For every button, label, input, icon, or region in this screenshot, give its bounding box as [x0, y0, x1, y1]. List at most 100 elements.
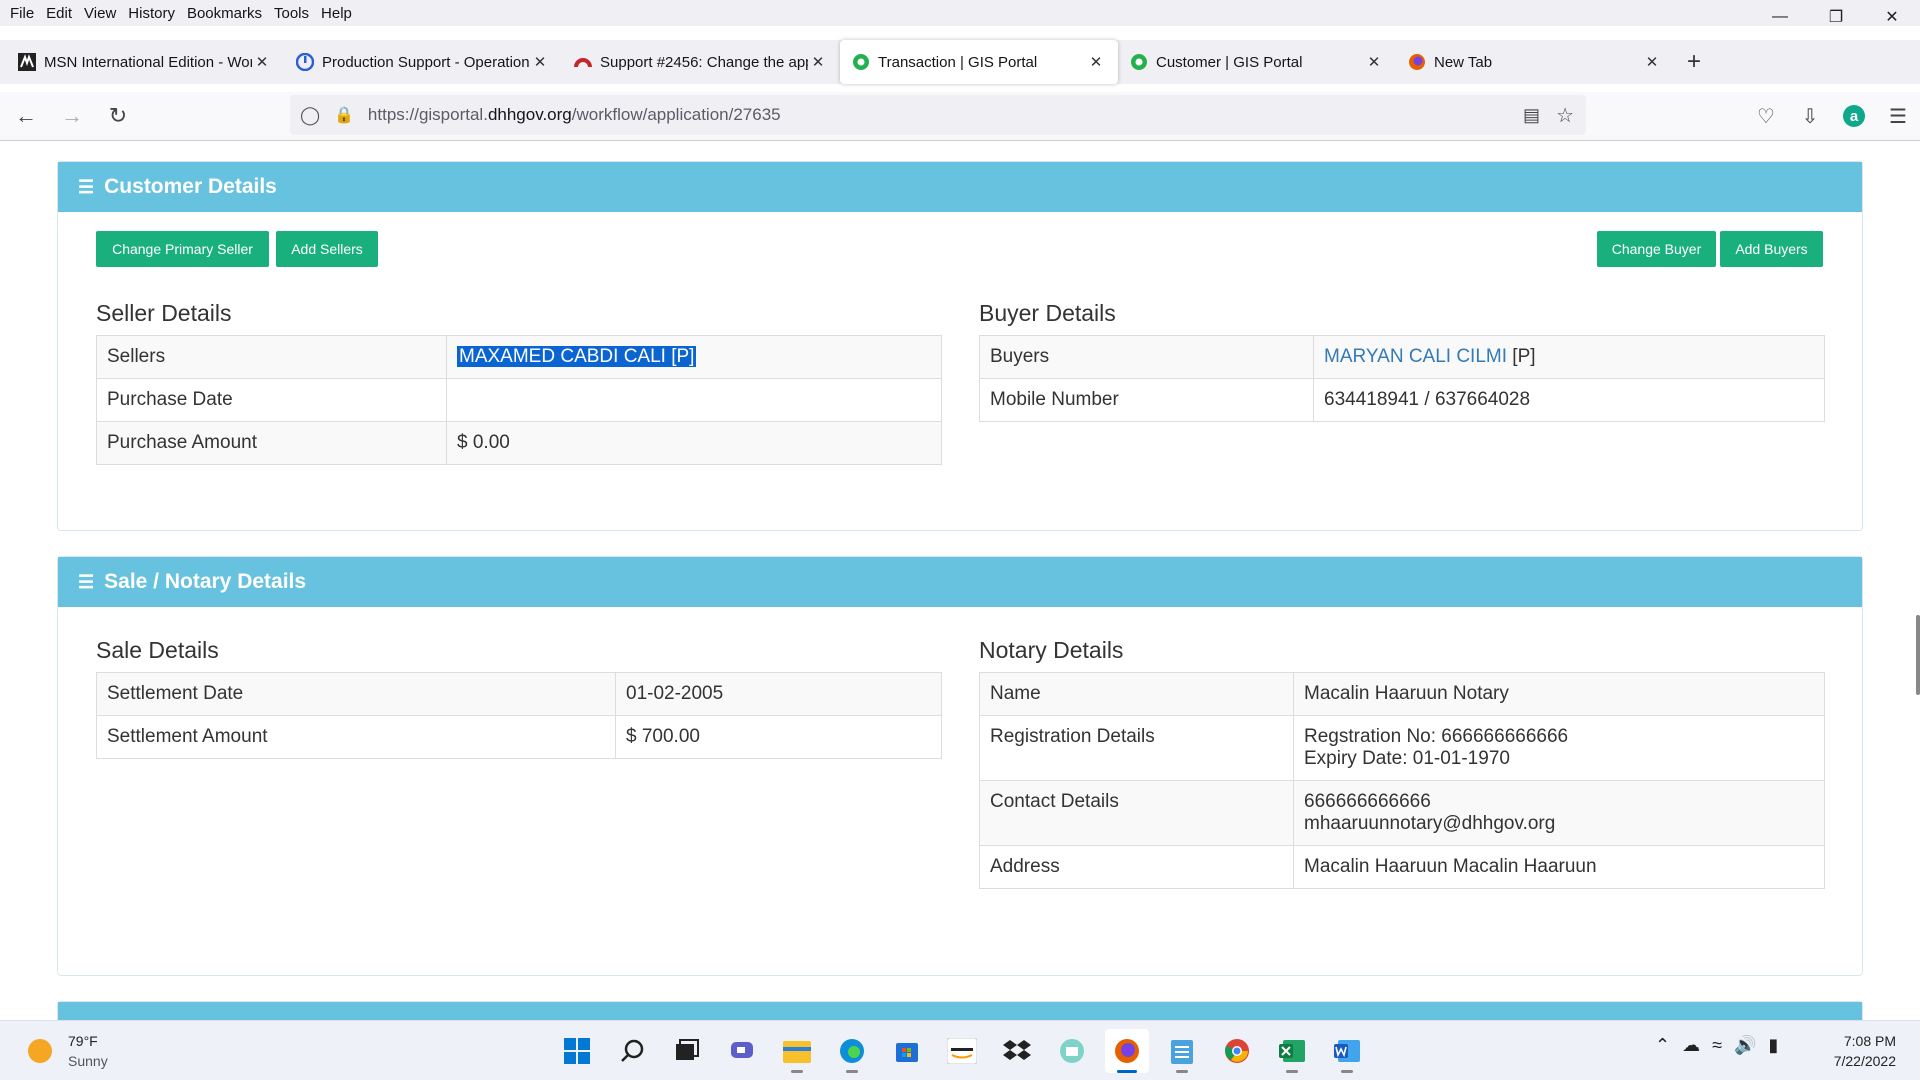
- change-primary-seller-button[interactable]: Change Primary Seller: [96, 231, 269, 267]
- restore-icon[interactable]: ❐: [1808, 0, 1864, 34]
- navigation-toolbar: ← → ↻ ◯ 🔒 https://gisportal. dhhgov.org/w…: [0, 92, 1920, 140]
- teams-chat-icon[interactable]: [720, 1029, 764, 1073]
- firefox-icon[interactable]: [1105, 1029, 1149, 1073]
- table-label: Settlement Date: [96, 672, 616, 716]
- url-bar[interactable]: ◯ 🔒 https://gisportal. dhhgov.org/workflo…: [290, 95, 1586, 135]
- tab-support-2456[interactable]: Support #2456: Change the approval ✕: [562, 40, 840, 84]
- reload-icon[interactable]: ↻: [98, 96, 138, 136]
- edge-icon[interactable]: [830, 1029, 874, 1073]
- new-tab-plus-icon[interactable]: +: [1674, 48, 1714, 76]
- file-explorer-icon[interactable]: [775, 1029, 819, 1073]
- clock[interactable]: 7:08 PM 7/22/2022: [1834, 1031, 1896, 1071]
- notary-details-title: Notary Details: [979, 637, 1124, 663]
- account-icon[interactable]: a: [1832, 94, 1876, 138]
- search-icon[interactable]: [610, 1029, 654, 1073]
- taskbar: 79°F Sunny ⌃ ☁ ≈ 🔊 ▮ 7:08 PM 7/22/2022: [0, 1020, 1920, 1080]
- volume-icon[interactable]: 🔊: [1734, 1035, 1756, 1056]
- app-menu-icon[interactable]: ☰: [1876, 94, 1920, 138]
- windows-start-icon[interactable]: [555, 1029, 599, 1073]
- buyer-details-table: Buyers MARYAN CALI CILMI [P] Mobile Numb…: [979, 335, 1825, 422]
- notepad-icon[interactable]: [1160, 1029, 1204, 1073]
- support-icon: [296, 53, 314, 71]
- table-value: MAXAMED CABDI CALI [P]: [446, 335, 942, 379]
- word-icon[interactable]: [1325, 1029, 1369, 1073]
- downloads-icon[interactable]: ⇩: [1788, 94, 1832, 138]
- change-buyer-button[interactable]: Change Buyer: [1597, 231, 1716, 267]
- battery-icon[interactable]: ▮: [1768, 1035, 1778, 1056]
- table-value: Macalin Haaruun Macalin Haaruun: [1293, 845, 1825, 889]
- table-value: Regstration No: 666666666666 Expiry Date:…: [1293, 715, 1825, 781]
- registration-number: Regstration No: 666666666666: [1304, 726, 1569, 747]
- table-label: Purchase Date: [96, 378, 447, 422]
- close-icon[interactable]: ✕: [1086, 53, 1106, 71]
- customer-details-header: ☰ Customer Details: [58, 162, 1862, 212]
- close-icon[interactable]: ✕: [252, 53, 272, 71]
- url-domain: dhhgov.org: [487, 105, 572, 124]
- tab-new-tab[interactable]: New Tab ✕: [1396, 40, 1674, 84]
- table-label: Purchase Amount: [96, 421, 447, 465]
- menu-bar: File Edit View History Bookmarks Tools H…: [0, 0, 1920, 26]
- menu-view[interactable]: View: [78, 5, 122, 22]
- menu-bookmarks[interactable]: Bookmarks: [181, 5, 268, 22]
- amazon-icon[interactable]: [940, 1029, 984, 1073]
- gis-portal-icon: [852, 53, 870, 71]
- mail-icon[interactable]: [1050, 1029, 1094, 1073]
- sale-notary-panel: ☰ Sale / Notary Details Sale Details Set…: [57, 556, 1863, 976]
- close-icon[interactable]: ✕: [1642, 53, 1662, 71]
- table-label: Name: [979, 672, 1294, 716]
- system-tray: ⌃ ☁ ≈ 🔊 ▮: [1655, 1035, 1790, 1056]
- table-value: $ 0.00: [446, 421, 942, 465]
- running-indicator: [1286, 1070, 1298, 1073]
- close-icon[interactable]: ✕: [530, 53, 550, 71]
- menu-file[interactable]: File: [4, 5, 40, 22]
- table-value: 01-02-2005: [615, 672, 942, 716]
- close-icon[interactable]: ✕: [1364, 53, 1384, 71]
- microsoft-store-icon[interactable]: [885, 1029, 929, 1073]
- task-view-icon[interactable]: [665, 1029, 709, 1073]
- table-value: 634418941 / 637664028: [1313, 378, 1825, 422]
- table-row: Settlement Amount $ 700.00: [96, 715, 942, 759]
- buyer-name-link[interactable]: MARYAN CALI CILMI: [1324, 346, 1507, 367]
- weather-widget[interactable]: 79°F Sunny: [28, 1031, 108, 1071]
- table-row: Purchase Date: [96, 378, 942, 422]
- onedrive-cloud-icon[interactable]: ☁: [1682, 1035, 1700, 1056]
- running-indicator: [1117, 1070, 1137, 1073]
- close-icon[interactable]: ✕: [808, 53, 828, 71]
- menu-help[interactable]: Help: [315, 5, 358, 22]
- clock-date: 7/22/2022: [1833, 1053, 1896, 1069]
- reader-view-icon[interactable]: ▤: [1523, 105, 1540, 126]
- chevron-up-icon[interactable]: ⌃: [1655, 1035, 1670, 1056]
- expiry-date: Expiry Date: 01-01-1970: [1304, 748, 1510, 769]
- tab-bar: MSN International Edition - World ✕ Prod…: [0, 40, 1920, 84]
- customer-details-panel: ☰ Customer Details Change Primary Seller…: [57, 161, 1863, 531]
- tab-production-support[interactable]: Production Support - Operations ✕: [284, 40, 562, 84]
- tab-customer[interactable]: Customer | GIS Portal ✕: [1118, 40, 1396, 84]
- pocket-icon[interactable]: ♡: [1744, 94, 1788, 138]
- tab-transaction[interactable]: Transaction | GIS Portal ✕: [840, 40, 1118, 84]
- back-arrow-icon[interactable]: ←: [6, 96, 46, 136]
- add-sellers-button[interactable]: Add Sellers: [276, 231, 378, 267]
- msn-icon: [18, 53, 36, 71]
- menu-edit[interactable]: Edit: [40, 5, 78, 22]
- lock-icon[interactable]: 🔒: [334, 105, 354, 125]
- minimize-icon[interactable]: —: [1752, 0, 1808, 34]
- bookmark-star-icon[interactable]: ☆: [1556, 103, 1574, 128]
- contact-phone: 666666666666: [1304, 791, 1431, 812]
- seller-name-link[interactable]: MAXAMED CABDI CALI [P]: [457, 346, 697, 367]
- table-row: Purchase Amount $ 0.00: [96, 421, 942, 465]
- dropbox-icon[interactable]: [995, 1029, 1039, 1073]
- running-indicator: [1176, 1070, 1188, 1073]
- next-panel: [57, 1001, 1863, 1020]
- close-window-icon[interactable]: ✕: [1864, 0, 1920, 34]
- tab-msn[interactable]: MSN International Edition - World ✕: [6, 40, 284, 84]
- menu-history[interactable]: History: [122, 5, 181, 22]
- chrome-icon[interactable]: [1215, 1029, 1259, 1073]
- wifi-icon[interactable]: ≈: [1712, 1035, 1722, 1056]
- menu-tools[interactable]: Tools: [268, 5, 315, 22]
- page-scrollbar[interactable]: [1916, 615, 1920, 695]
- add-buyers-button[interactable]: Add Buyers: [1720, 231, 1823, 267]
- excel-icon[interactable]: [1270, 1029, 1314, 1073]
- shield-icon[interactable]: ◯: [300, 105, 324, 126]
- forward-arrow-icon[interactable]: →: [52, 96, 92, 136]
- firefox-icon: [1408, 53, 1426, 71]
